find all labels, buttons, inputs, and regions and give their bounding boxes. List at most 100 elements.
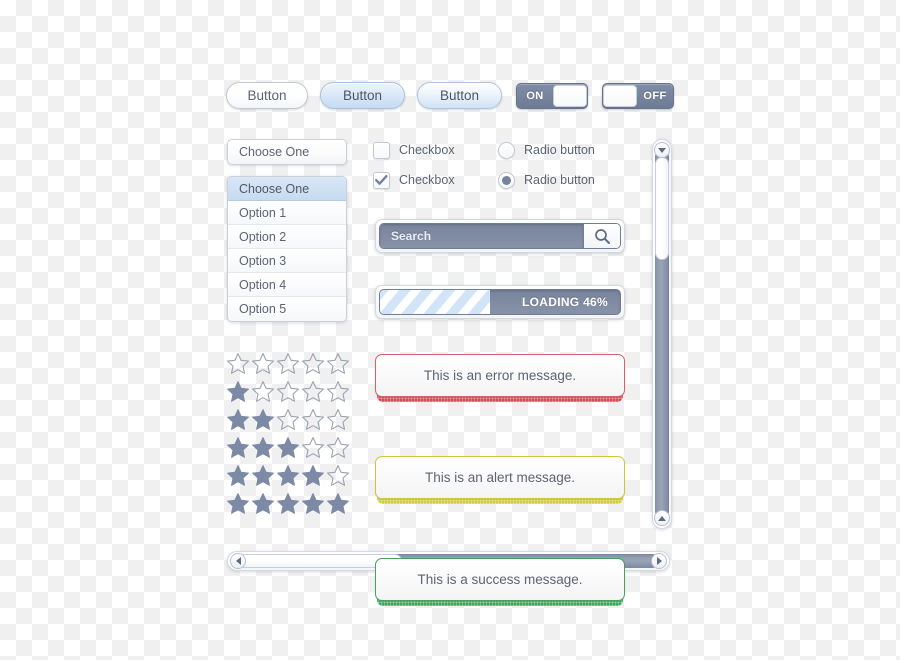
star-empty-icon[interactable] [326,380,350,403]
search-button[interactable] [583,224,620,248]
list-item[interactable]: Option 2 [228,225,346,249]
checkbox-label: Checkbox [399,143,455,157]
button-group: Button Button Button [226,82,502,109]
list-item[interactable]: Option 4 [228,273,346,297]
star-rating-row[interactable] [226,352,350,375]
star-filled-icon[interactable] [251,436,275,459]
list-item[interactable]: Choose One [228,177,346,201]
message-text: This is a success message. [417,572,583,587]
star-filled-icon[interactable] [226,380,250,403]
button-label: Button [439,88,480,103]
star-empty-icon[interactable] [276,380,300,403]
progress-fill [380,290,491,314]
list-item[interactable]: Option 1 [228,201,346,225]
chevron-down-icon [658,147,666,153]
checkbox-unchecked-row[interactable]: Checkbox [373,141,455,159]
option-listbox[interactable]: Choose One Option 1 Option 2 Option 3 Op… [227,176,347,322]
chevron-up-icon [658,515,666,521]
chevron-left-icon [235,557,241,565]
toggle-off[interactable]: OFF [602,83,674,109]
message-error: This is an error message. [375,354,625,402]
radio-group: Radio button Radio button [498,141,595,189]
vertical-scroll-thumb[interactable] [655,157,669,261]
vertical-scroll-track[interactable] [655,150,669,518]
scroll-right-arrow-button[interactable] [651,553,667,569]
button-default[interactable]: Button [226,82,308,109]
star-filled-icon[interactable] [276,436,300,459]
star-filled-icon[interactable] [226,464,250,487]
star-rating-row[interactable] [226,380,350,403]
star-rating-row[interactable] [226,408,350,431]
star-empty-icon[interactable] [301,380,325,403]
star-empty-icon[interactable] [226,352,250,375]
star-filled-icon[interactable] [251,492,275,515]
star-filled-icon[interactable] [226,408,250,431]
star-filled-icon[interactable] [251,464,275,487]
star-rating-row[interactable] [226,436,350,459]
star-rating-group [226,352,350,515]
list-item[interactable]: Option 3 [228,249,346,273]
star-filled-icon[interactable] [326,492,350,515]
toggle-off-label: OFF [643,90,667,102]
radio-unchecked-row[interactable]: Radio button [498,141,595,159]
scroll-down-arrow-button[interactable] [654,142,670,158]
checkbox-unchecked[interactable] [373,141,390,159]
vertical-scrollbar[interactable] [652,139,672,529]
star-rating-row[interactable] [226,464,350,487]
star-empty-icon[interactable] [326,436,350,459]
search-input[interactable] [380,224,583,248]
star-empty-icon[interactable] [276,408,300,431]
message-text: This is an error message. [423,368,577,383]
list-item-label: Option 1 [239,205,287,220]
check-icon [375,174,388,185]
scroll-up-arrow-button[interactable] [654,510,670,526]
button-active[interactable]: Button [417,82,502,109]
progress-label: LOADING 46% [522,295,608,309]
radio-checked[interactable] [498,171,515,189]
toggle-on[interactable]: ON [516,83,588,109]
toggle-knob[interactable] [603,85,637,107]
button-hover[interactable]: Button [320,82,405,109]
star-empty-icon[interactable] [276,352,300,375]
star-filled-icon[interactable] [276,492,300,515]
radio-checked-row[interactable]: Radio button [498,171,595,189]
star-empty-icon[interactable] [301,436,325,459]
star-filled-icon[interactable] [226,492,250,515]
list-item-label: Option 5 [239,302,287,316]
message-body: This is an error message. [375,354,625,397]
star-empty-icon[interactable] [326,464,350,487]
radio-label: Radio button [524,173,595,187]
star-filled-icon[interactable] [226,436,250,459]
star-empty-icon[interactable] [326,352,350,375]
toggle-on-label: ON [526,90,544,102]
button-label: Button [342,88,383,103]
star-filled-icon[interactable] [301,464,325,487]
star-empty-icon[interactable] [251,352,275,375]
checkbox-checked[interactable] [373,171,390,189]
select-dropdown[interactable]: Choose One [227,139,347,165]
radio-label: Radio button [524,143,595,157]
list-item-label: Option 2 [239,229,287,244]
star-rating-row[interactable] [226,492,350,515]
star-filled-icon[interactable] [301,492,325,515]
star-empty-icon[interactable] [251,380,275,403]
radio-dot [502,175,511,185]
list-item[interactable]: Option 5 [228,297,346,321]
ui-kit-canvas: Button Button Button ON OFF Choose One C… [0,0,900,660]
list-item-label: Option 4 [239,277,287,292]
star-filled-icon[interactable] [251,408,275,431]
search-box[interactable] [375,219,625,253]
message-text: This is an alert message. [424,470,576,485]
scroll-left-arrow-button[interactable] [230,553,246,569]
chevron-right-icon [656,557,662,565]
star-empty-icon[interactable] [301,352,325,375]
radio-unchecked[interactable] [498,141,515,159]
checkbox-checked-row[interactable]: Checkbox [373,171,455,189]
star-empty-icon[interactable] [301,408,325,431]
list-item-label: Choose One [239,181,310,196]
checkbox-group: Checkbox Checkbox [373,141,455,189]
select-value: Choose One [239,145,310,159]
star-filled-icon[interactable] [276,464,300,487]
star-empty-icon[interactable] [326,408,350,431]
toggle-knob[interactable] [553,85,587,107]
